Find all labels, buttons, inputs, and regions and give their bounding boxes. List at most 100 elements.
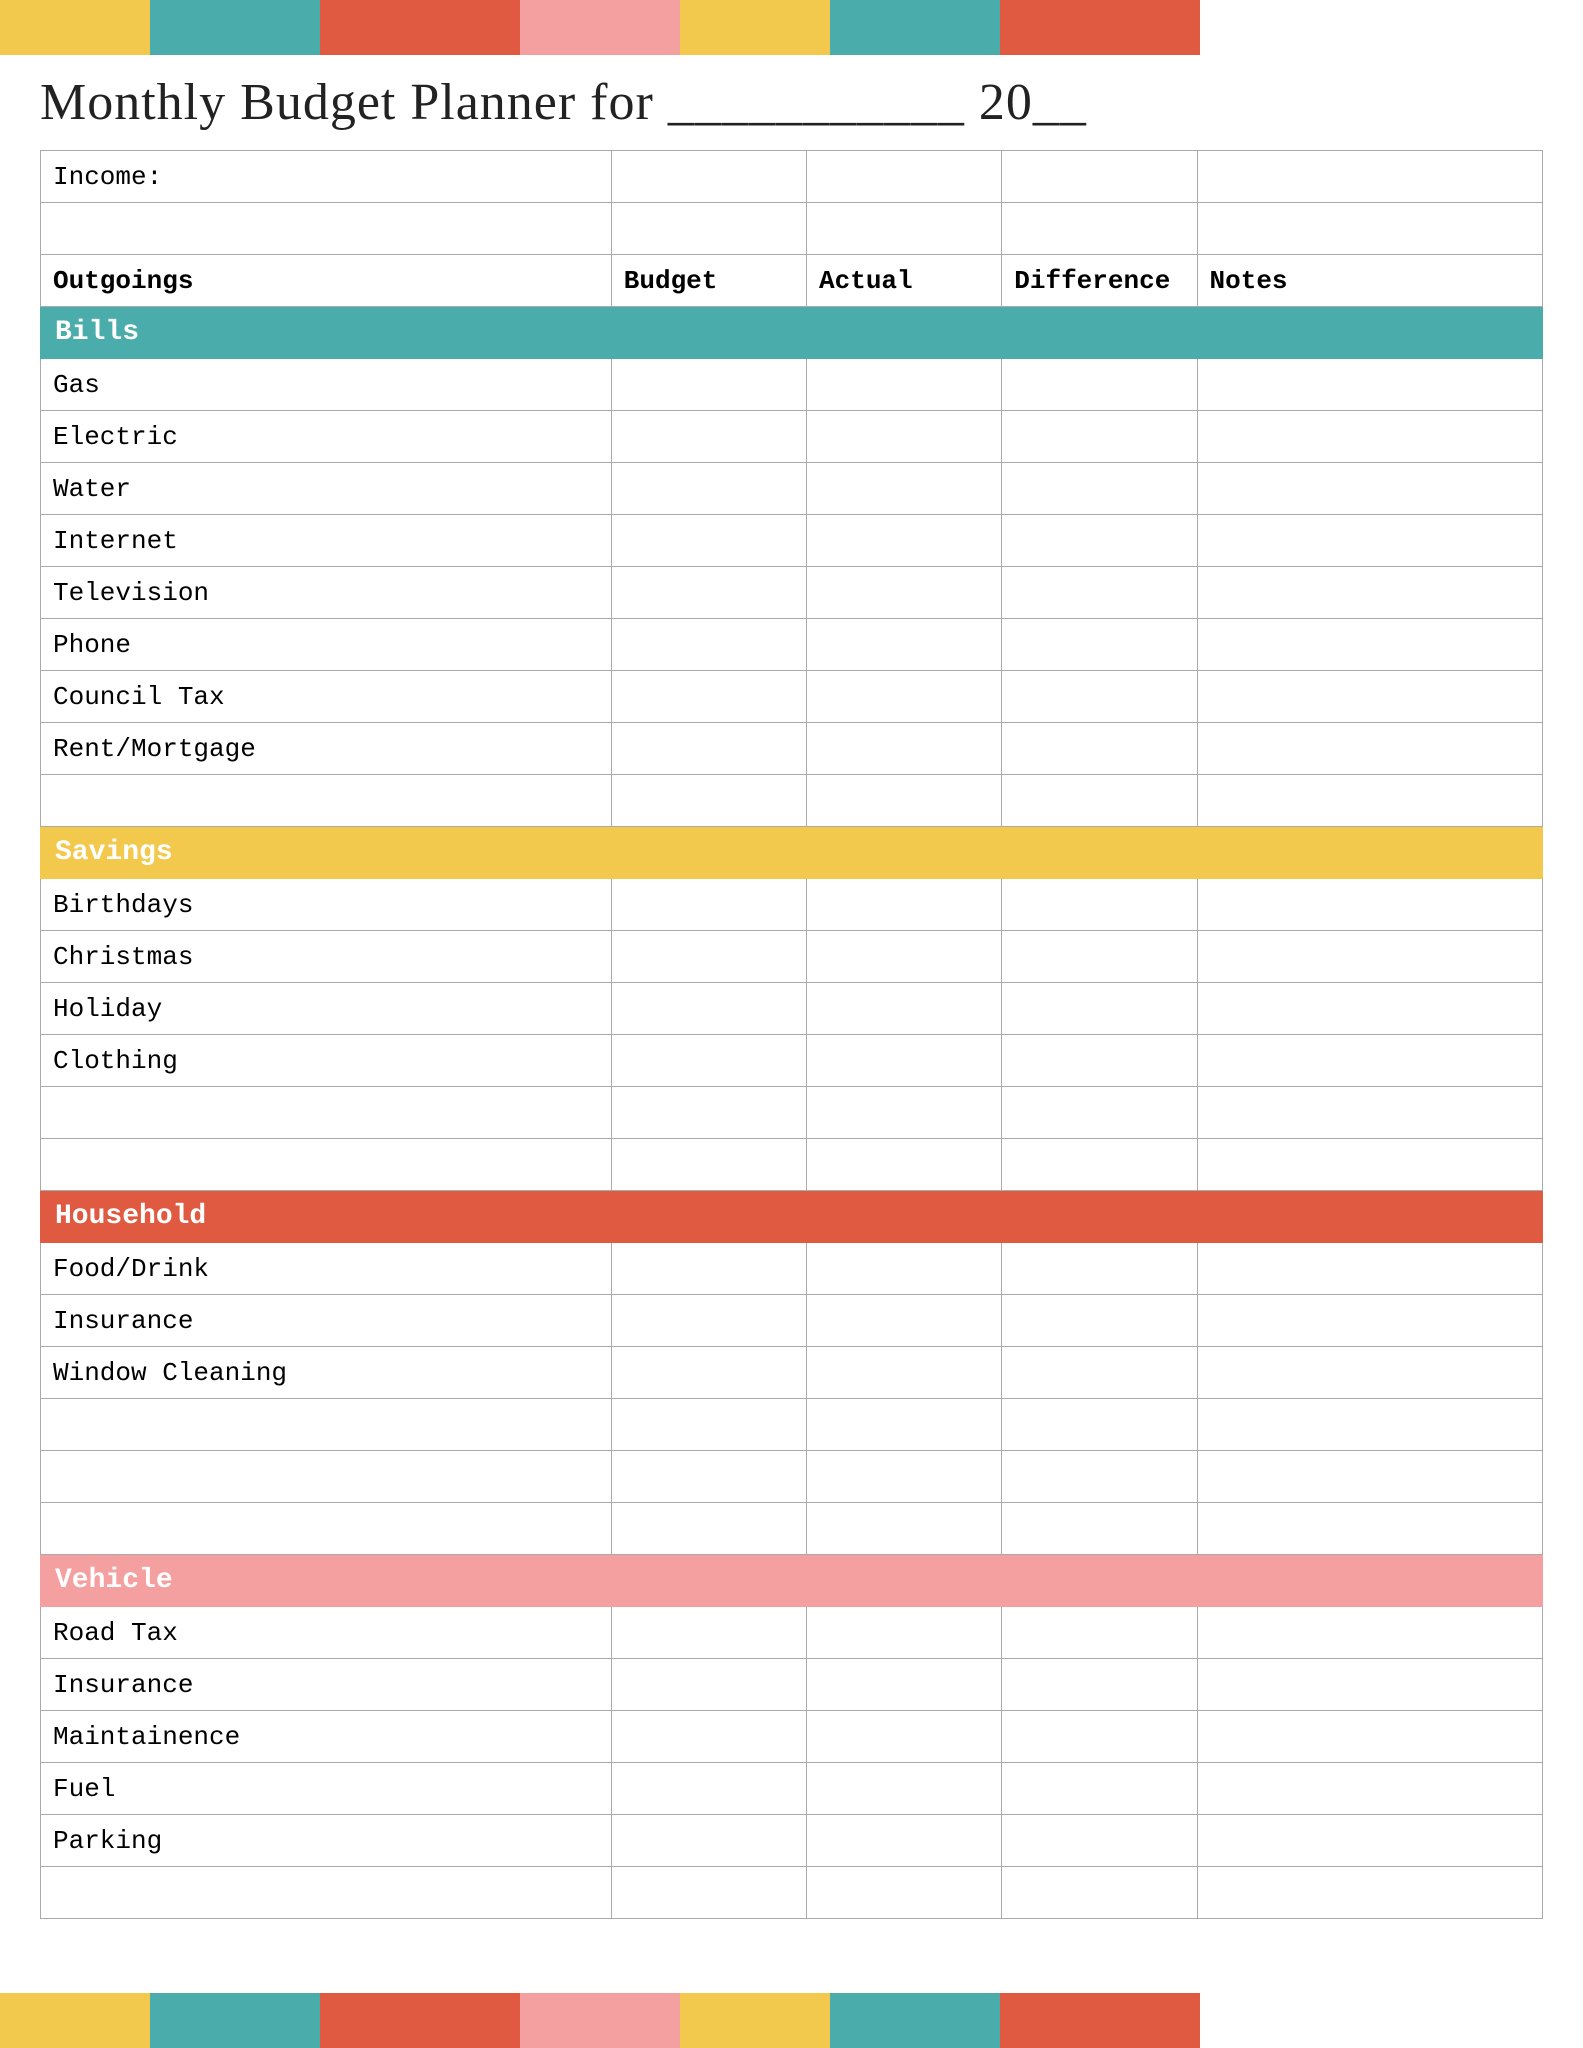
deco-block-1 — [0, 0, 150, 55]
row-difference[interactable] — [1002, 1243, 1197, 1295]
row-notes[interactable] — [1197, 1347, 1542, 1399]
row-difference[interactable] — [1002, 1659, 1197, 1711]
income-actual[interactable] — [807, 151, 1002, 203]
row-difference[interactable] — [1002, 879, 1197, 931]
row-difference[interactable] — [1002, 463, 1197, 515]
row-notes[interactable] — [1197, 1035, 1542, 1087]
row-notes[interactable] — [1197, 567, 1542, 619]
row-actual[interactable] — [807, 1347, 1002, 1399]
row-notes[interactable] — [1197, 983, 1542, 1035]
income-notes[interactable] — [1197, 151, 1542, 203]
row-difference[interactable] — [1002, 1035, 1197, 1087]
row-actual[interactable] — [807, 411, 1002, 463]
row-difference[interactable] — [1002, 1815, 1197, 1867]
row-difference[interactable] — [1002, 1607, 1197, 1659]
income-difference[interactable] — [1002, 151, 1197, 203]
income-budget[interactable] — [611, 151, 806, 203]
deco-bottom-block-8 — [1200, 1993, 1583, 2048]
row-actual[interactable] — [807, 1607, 1002, 1659]
row-budget[interactable] — [611, 1607, 806, 1659]
row-notes[interactable] — [1197, 1763, 1542, 1815]
row-notes[interactable] — [1197, 723, 1542, 775]
row-difference[interactable] — [1002, 515, 1197, 567]
row-budget[interactable] — [611, 619, 806, 671]
section-savings-header: Savings — [41, 827, 1543, 879]
row-difference[interactable] — [1002, 1295, 1197, 1347]
row-actual[interactable] — [807, 931, 1002, 983]
row-notes[interactable] — [1197, 879, 1542, 931]
row-difference[interactable] — [1002, 1711, 1197, 1763]
row-notes[interactable] — [1197, 1815, 1542, 1867]
row-budget[interactable] — [611, 515, 806, 567]
row-actual[interactable] — [807, 1763, 1002, 1815]
page-title: Monthly Budget Planner for ___________ 2… — [40, 73, 1543, 132]
row-difference[interactable] — [1002, 1763, 1197, 1815]
row-difference[interactable] — [1002, 567, 1197, 619]
deco-block-6 — [830, 0, 1000, 55]
row-actual[interactable] — [807, 1243, 1002, 1295]
table-row: Internet — [41, 515, 1543, 567]
row-actual[interactable] — [807, 879, 1002, 931]
row-difference[interactable] — [1002, 671, 1197, 723]
row-actual[interactable] — [807, 359, 1002, 411]
row-actual[interactable] — [807, 1711, 1002, 1763]
row-difference[interactable] — [1002, 411, 1197, 463]
row-notes[interactable] — [1197, 931, 1542, 983]
row-notes[interactable] — [1197, 1659, 1542, 1711]
row-notes[interactable] — [1197, 671, 1542, 723]
row-difference[interactable] — [1002, 1347, 1197, 1399]
row-budget[interactable] — [611, 567, 806, 619]
row-notes[interactable] — [1197, 411, 1542, 463]
row-budget[interactable] — [611, 879, 806, 931]
row-actual[interactable] — [807, 1659, 1002, 1711]
table-row: Road Tax — [41, 1607, 1543, 1659]
row-budget[interactable] — [611, 1659, 806, 1711]
row-budget[interactable] — [611, 1035, 806, 1087]
row-budget[interactable] — [611, 983, 806, 1035]
row-budget[interactable] — [611, 1815, 806, 1867]
row-budget[interactable] — [611, 723, 806, 775]
deco-top-bar — [0, 0, 1583, 55]
empty-row-savings-2 — [41, 1139, 1543, 1191]
row-budget[interactable] — [611, 671, 806, 723]
table-row: Maintainence — [41, 1711, 1543, 1763]
row-budget[interactable] — [611, 1295, 806, 1347]
header-actual: Actual — [807, 255, 1002, 307]
row-budget[interactable] — [611, 1763, 806, 1815]
row-actual[interactable] — [807, 463, 1002, 515]
row-difference[interactable] — [1002, 983, 1197, 1035]
row-actual[interactable] — [807, 983, 1002, 1035]
row-difference[interactable] — [1002, 619, 1197, 671]
row-notes[interactable] — [1197, 1711, 1542, 1763]
row-label: Phone — [41, 619, 612, 671]
section-household-header: Household — [41, 1191, 1543, 1243]
row-actual[interactable] — [807, 671, 1002, 723]
row-notes[interactable] — [1197, 515, 1542, 567]
row-actual[interactable] — [807, 619, 1002, 671]
row-actual[interactable] — [807, 567, 1002, 619]
row-notes[interactable] — [1197, 463, 1542, 515]
row-actual[interactable] — [807, 723, 1002, 775]
deco-bottom-block-7 — [1000, 1993, 1200, 2048]
row-actual[interactable] — [807, 1295, 1002, 1347]
row-difference[interactable] — [1002, 723, 1197, 775]
row-budget[interactable] — [611, 359, 806, 411]
row-notes[interactable] — [1197, 1295, 1542, 1347]
row-difference[interactable] — [1002, 359, 1197, 411]
row-difference[interactable] — [1002, 931, 1197, 983]
row-notes[interactable] — [1197, 1243, 1542, 1295]
row-budget[interactable] — [611, 1347, 806, 1399]
row-label: Holiday — [41, 983, 612, 1035]
row-actual[interactable] — [807, 515, 1002, 567]
row-notes[interactable] — [1197, 359, 1542, 411]
row-notes[interactable] — [1197, 1607, 1542, 1659]
row-budget[interactable] — [611, 1243, 806, 1295]
household-label: Household — [41, 1191, 1543, 1243]
row-actual[interactable] — [807, 1815, 1002, 1867]
row-budget[interactable] — [611, 463, 806, 515]
row-notes[interactable] — [1197, 619, 1542, 671]
row-budget[interactable] — [611, 931, 806, 983]
row-budget[interactable] — [611, 411, 806, 463]
row-budget[interactable] — [611, 1711, 806, 1763]
row-actual[interactable] — [807, 1035, 1002, 1087]
